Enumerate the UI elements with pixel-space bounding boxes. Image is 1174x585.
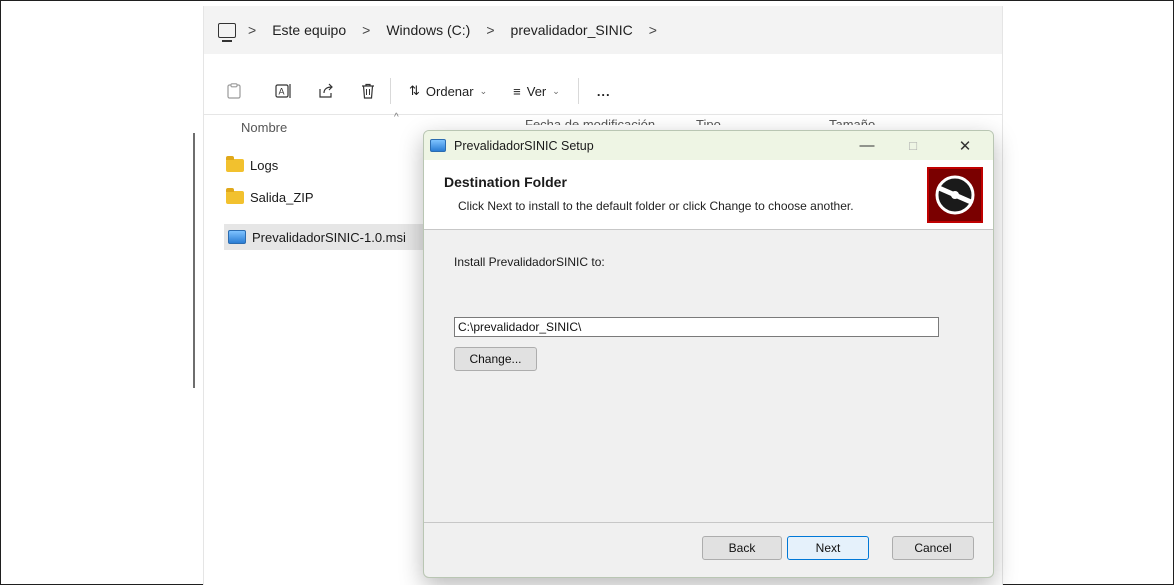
msi-installer-icon	[228, 230, 246, 244]
minimize-button[interactable]: —	[844, 131, 890, 160]
change-button[interactable]: Change...	[454, 347, 537, 371]
back-button[interactable]: Back	[702, 536, 782, 560]
delete-icon[interactable]	[358, 81, 378, 101]
dialog-titlebar[interactable]: PrevalidadorSINIC Setup — □ ✕	[424, 131, 993, 160]
rename-icon[interactable]: A	[274, 81, 294, 101]
view-icon: ≡	[513, 83, 521, 99]
cancel-button[interactable]: Cancel	[892, 536, 974, 560]
sort-button[interactable]: ⇅ Ordenar ⌄	[403, 79, 493, 103]
dialog-divider	[424, 522, 993, 523]
chevron-right-icon: >	[486, 22, 495, 38]
column-header-name[interactable]: Nombre	[241, 120, 287, 135]
share-icon[interactable]	[316, 81, 336, 101]
svg-text:A: A	[279, 87, 285, 97]
installer-app-icon	[430, 139, 446, 152]
view-label: Ver	[526, 83, 547, 99]
breadcrumb-windows-c[interactable]: Windows (C:)	[382, 20, 474, 40]
toolbar-divider	[577, 78, 579, 104]
view-button[interactable]: ≡ Ver ⌄	[507, 80, 566, 103]
page-title: Destination Folder	[444, 174, 567, 190]
sort-label: Ordenar	[425, 83, 474, 99]
setup-dialog: PrevalidadorSINIC Setup — □ ✕ Destinatio…	[423, 130, 994, 578]
install-path-input[interactable]	[454, 317, 939, 337]
close-button[interactable]: ✕	[942, 131, 988, 160]
chevron-right-icon: >	[362, 22, 371, 38]
dialog-banner: Destination Folder Click Next to install…	[424, 160, 993, 230]
list-item[interactable]: Salida_ZIP	[226, 184, 426, 210]
page-subtitle: Click Next to install to the default fol…	[458, 199, 854, 213]
sort-icon: ⇅	[409, 83, 420, 98]
more-label: ...	[596, 83, 611, 99]
chevron-right-icon[interactable]: >	[649, 22, 657, 38]
maximize-button: □	[909, 138, 917, 153]
file-name: PrevalidadorSINIC-1.0.msi	[252, 229, 406, 245]
breadcrumb-prevalidador-sinic[interactable]: prevalidador_SINIC	[507, 20, 637, 40]
chevron-down-icon: ⌄	[479, 85, 488, 96]
toolbar-divider	[390, 78, 391, 104]
file-name: Salida_ZIP	[250, 189, 314, 205]
list-item-selected[interactable]: PrevalidadorSINIC-1.0.msi	[224, 224, 424, 250]
scrollbar[interactable]	[193, 133, 195, 388]
installer-disc-logo-icon	[927, 167, 983, 223]
file-name: Logs	[250, 157, 279, 173]
computer-icon[interactable]	[218, 22, 236, 42]
folder-icon	[226, 155, 244, 172]
install-path-label: Install PrevalidadorSINIC to:	[454, 255, 605, 269]
paste-icon[interactable]	[224, 81, 244, 101]
sort-ascending-icon: ^	[394, 112, 399, 123]
next-button[interactable]: Next	[787, 536, 869, 560]
chevron-down-icon: ⌄	[552, 85, 560, 96]
folder-icon	[226, 187, 244, 204]
dialog-title: PrevalidadorSINIC Setup	[454, 138, 594, 153]
chevron-right-icon: >	[248, 22, 257, 38]
command-bar: A ⇅ Ordenar ⌄ ≡ Ver ⌄ ...	[204, 68, 1002, 115]
more-options-button[interactable]: ...	[591, 80, 617, 103]
address-bar[interactable]: > Este equipo > Windows (C:) > prevalida…	[204, 6, 1002, 54]
breadcrumb-este-equipo[interactable]: Este equipo	[268, 20, 350, 40]
list-item[interactable]: Logs	[226, 152, 426, 178]
